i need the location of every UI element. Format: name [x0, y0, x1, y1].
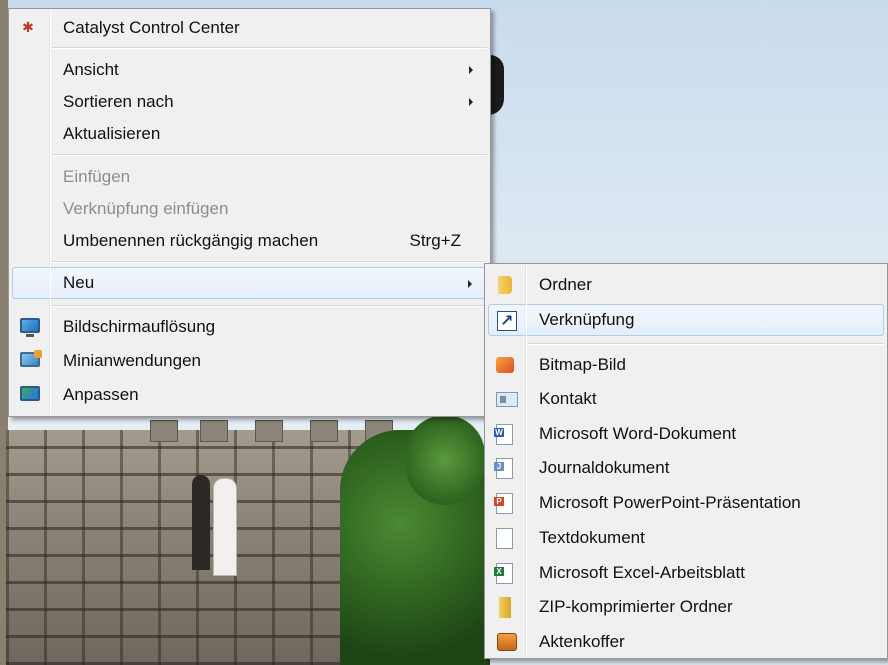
- submenu-item-kontakt[interactable]: Kontakt: [488, 383, 884, 415]
- menu-item-verknuepfung-einfuegen[interactable]: Verknüpfung einfügen: [12, 193, 487, 225]
- menu-separator: [52, 305, 487, 307]
- submenu-item-powerpoint-praesentation[interactable]: P Microsoft PowerPoint-Präsentation: [488, 487, 884, 519]
- shortcut-text: Strg+Z: [409, 231, 462, 250]
- submenu-item-word-dokument[interactable]: W Microsoft Word-Dokument: [488, 418, 884, 450]
- display-icon: [20, 318, 40, 337]
- menu-item-sortieren-nach[interactable]: Sortieren nach: [12, 86, 487, 118]
- menu-item-aktualisieren[interactable]: Aktualisieren: [12, 118, 487, 150]
- excel-icon: X: [494, 563, 513, 584]
- menu-separator: [52, 47, 487, 49]
- gadgets-icon: [20, 350, 42, 367]
- submenu-item-bitmap-bild[interactable]: Bitmap-Bild: [488, 349, 884, 381]
- submenu-item-zip-ordner[interactable]: ZIP-komprimierter Ordner: [488, 591, 884, 623]
- submenu-arrow-icon: [468, 280, 472, 288]
- menu-item-anpassen[interactable]: Anpassen: [12, 379, 487, 411]
- menu-item-einfuegen[interactable]: Einfügen: [12, 161, 487, 193]
- menu-item-bildschirmaufloesung[interactable]: Bildschirmauflösung: [12, 311, 487, 343]
- personalize-icon: [20, 386, 40, 401]
- contact-icon: [496, 392, 518, 407]
- briefcase-icon: [497, 633, 517, 651]
- submenu-item-verknuepfung[interactable]: Verknüpfung: [488, 304, 884, 336]
- menu-item-catalyst-control-center[interactable]: ✱ Catalyst Control Center: [12, 12, 487, 44]
- journal-document-icon: J: [494, 458, 513, 479]
- zip-folder-icon: [499, 597, 511, 618]
- powerpoint-icon: P: [494, 493, 513, 514]
- submenu-item-aktenkoffer[interactable]: Aktenkoffer: [488, 626, 884, 658]
- menu-separator: [528, 343, 884, 345]
- menu-item-ansicht[interactable]: Ansicht: [12, 54, 487, 86]
- folder-icon: [498, 276, 512, 294]
- submenu-arrow-icon: [469, 98, 473, 106]
- menu-separator: [52, 261, 487, 263]
- tower-merlon: [255, 420, 283, 442]
- submenu-item-journaldokument[interactable]: J Journaldokument: [488, 452, 884, 484]
- tower-merlon: [150, 420, 178, 442]
- menu-item-neu[interactable]: Neu: [12, 267, 487, 299]
- tree-foliage: [405, 415, 485, 505]
- text-document-icon: [496, 528, 513, 549]
- tower-merlon: [200, 420, 228, 442]
- menu-separator: [52, 154, 487, 156]
- word-document-icon: W: [494, 424, 513, 445]
- tower-merlon: [310, 420, 338, 442]
- menu-item-minianwendungen[interactable]: Minianwendungen: [12, 345, 487, 377]
- tower-window-shutter: [213, 478, 237, 576]
- tower-window: [192, 475, 210, 570]
- submenu-item-textdokument[interactable]: Textdokument: [488, 522, 884, 554]
- submenu-item-excel-arbeitsblatt[interactable]: X Microsoft Excel-Arbeitsblatt: [488, 557, 884, 589]
- new-submenu: Ordner Verknüpfung Bitmap-Bild Kontakt W…: [484, 263, 888, 659]
- menu-item-umbenennen-rueckgaengig[interactable]: Umbenennen rückgängig machen Strg+Z: [12, 225, 487, 257]
- submenu-item-ordner[interactable]: Ordner: [488, 269, 884, 301]
- bitmap-icon: [496, 357, 514, 373]
- shortcut-icon: [497, 311, 517, 331]
- desktop-context-menu: ✱ Catalyst Control Center Ansicht Sortie…: [8, 8, 491, 417]
- submenu-arrow-icon: [469, 66, 473, 74]
- catalyst-icon: ✱: [22, 19, 34, 35]
